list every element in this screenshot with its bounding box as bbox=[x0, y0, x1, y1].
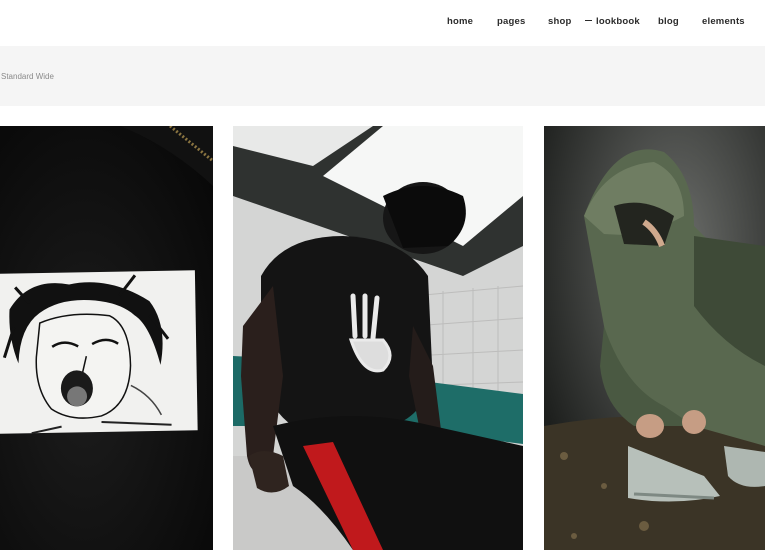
gallery-item-skeleton-tshirt[interactable] bbox=[233, 126, 523, 550]
nav-item-lookbook[interactable]: lookbook bbox=[585, 16, 640, 27]
site-header: home pages shop lookbook blog elements bbox=[0, 0, 765, 46]
lookbook-gallery bbox=[0, 126, 765, 550]
main-nav: home pages shop lookbook blog elements bbox=[0, 16, 765, 30]
title-band: Standard Wide bbox=[0, 46, 765, 106]
nav-item-home[interactable]: home bbox=[447, 16, 473, 27]
gallery-item-jacket-patch[interactable] bbox=[0, 126, 213, 550]
gallery-item-green-jacket[interactable] bbox=[544, 126, 765, 550]
jacket-patch-image bbox=[0, 126, 213, 550]
page-subtitle: Standard Wide bbox=[1, 72, 54, 81]
active-dash-icon bbox=[585, 19, 592, 22]
skeleton-tshirt-image bbox=[233, 126, 523, 550]
nav-item-pages[interactable]: pages bbox=[497, 16, 525, 27]
nav-item-blog[interactable]: blog bbox=[658, 16, 679, 27]
green-jacket-image bbox=[544, 126, 765, 550]
nav-item-elements[interactable]: elements bbox=[702, 16, 745, 27]
nav-item-lookbook-label: lookbook bbox=[596, 16, 640, 27]
nav-item-shop[interactable]: shop bbox=[548, 16, 572, 27]
